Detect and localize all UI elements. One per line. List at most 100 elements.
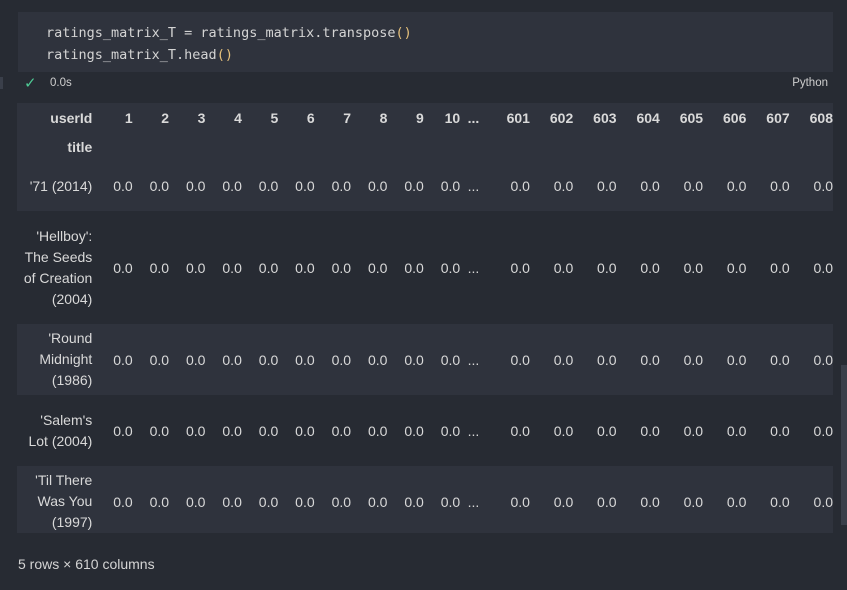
table-cell: 0.0 (640, 178, 660, 194)
code-line-1[interactable]: ratings_matrix_T = ratings_matrix.transp… (46, 25, 412, 41)
table-cell: 0.0 (258, 178, 279, 194)
table-cell: 0.0 (404, 259, 424, 276)
table-cell: 0.0 (726, 493, 747, 510)
column-header: 607 (746, 103, 790, 133)
table-cell: 0.0 (813, 493, 833, 510)
table-cell: 0.0 (149, 493, 170, 510)
column-header: 5 (241, 103, 279, 133)
table-cell: 0.0 (770, 493, 790, 510)
table-body: '71 (2014) 0.0 0.0 0.0 0.0 0.0 0.0 0.0 0.0 0.0 0.0… (17, 161, 833, 533)
table-cell: 0.0 (510, 351, 530, 368)
code-cell[interactable]: ratings_matrix_T = ratings_matrix.transp… (18, 12, 833, 72)
table-cell: 0.0 (510, 493, 530, 510)
column-header-ellipsis: ... (460, 103, 487, 133)
row-title: 'Hellboy': The Seeds of Creation (2004) (23, 227, 93, 307)
row-title: 'Salem's Lot (2004) (28, 411, 93, 449)
column-header: 603 (573, 103, 617, 133)
table-cell: 0.0 (186, 259, 206, 276)
column-header: 3 (169, 103, 206, 133)
ellipsis-cell: ... (467, 422, 480, 439)
dataframe-output: userId 1 2 3 4 5 6 7 8 9 10 ... 601 602 … (17, 103, 833, 533)
column-header: 608 (789, 103, 833, 133)
table-cell: 0.0 (186, 178, 206, 194)
table-cell: 0.0 (113, 178, 133, 194)
table-cell: 0.0 (295, 178, 315, 194)
vertical-scrollbar[interactable] (841, 365, 847, 525)
table-cell: 0.0 (186, 422, 206, 439)
table-cell: 0.0 (640, 351, 660, 368)
cell-status-bar: ✓ 0.0s Python (0, 74, 847, 94)
column-header: 2 (132, 103, 170, 133)
table-cell: 0.0 (331, 259, 352, 276)
table-cell: 0.0 (440, 259, 461, 276)
table-cell: 0.0 (404, 351, 424, 368)
table-cell: 0.0 (553, 493, 574, 510)
table-cell: 0.0 (367, 493, 388, 510)
table-cell: 0.0 (726, 351, 747, 368)
table-cell: 0.0 (404, 422, 424, 439)
table-cell: 0.0 (149, 259, 170, 276)
table-cell: 0.0 (683, 422, 704, 439)
table-row: 'Til There Was You (1997) 0.0 0.0 0.0 0.0 0.0… (17, 466, 833, 533)
table-cell: 0.0 (258, 351, 279, 368)
table-cell: 0.0 (331, 422, 352, 439)
table-cell: 0.0 (258, 493, 279, 510)
code-line-1-parens: () (395, 25, 412, 41)
table-cell: 0.0 (258, 259, 279, 276)
column-header: 9 (387, 103, 424, 133)
table-cell: 0.0 (683, 493, 704, 510)
column-header: 4 (205, 103, 242, 133)
ellipsis-cell: ... (467, 351, 480, 368)
code-line-2[interactable]: ratings_matrix_T.head() (46, 47, 233, 63)
table-cell: 0.0 (331, 493, 352, 510)
table-cell: 0.0 (770, 351, 790, 368)
table-cell: 0.0 (295, 493, 315, 510)
row-title: 'Til There Was You (1997) (35, 472, 93, 530)
column-header: 606 (703, 103, 747, 133)
table-cell: 0.0 (295, 351, 315, 368)
execution-time: 0.0s (50, 77, 72, 89)
table-cell: 0.0 (331, 178, 352, 194)
table-cell: 0.0 (440, 493, 461, 510)
table-cell: 0.0 (770, 259, 790, 276)
table-cell: 0.0 (331, 351, 352, 368)
table-cell: 0.0 (813, 351, 833, 368)
table-cell: 0.0 (683, 351, 704, 368)
code-line-1-text: ratings_matrix_T = ratings_matrix.transp… (46, 25, 396, 41)
table-cell: 0.0 (813, 178, 833, 194)
table-cell: 0.0 (367, 422, 388, 439)
code-line-2-text: ratings_matrix_T.head (46, 47, 217, 63)
table-cell: 0.0 (726, 422, 747, 439)
table-cell: 0.0 (149, 351, 170, 368)
table-cell: 0.0 (597, 259, 617, 276)
table-cell: 0.0 (770, 422, 790, 439)
table-cell: 0.0 (440, 178, 461, 194)
table-cell: 0.0 (149, 178, 170, 194)
table-cell: 0.0 (640, 259, 660, 276)
table-cell: 0.0 (813, 422, 833, 439)
dataframe-shape: 5 rows × 610 columns (18, 556, 155, 572)
table-cell: 0.0 (553, 259, 574, 276)
table-row: 'Round Midnight (1986) 0.0 0.0 0.0 0.0 0.0 0.0… (17, 324, 833, 395)
table-cell: 0.0 (683, 178, 704, 194)
table-cell: 0.0 (186, 493, 206, 510)
table-cell: 0.0 (295, 422, 315, 439)
table-cell: 0.0 (440, 422, 461, 439)
table-cell: 0.0 (510, 178, 530, 194)
table-cell: 0.0 (640, 422, 660, 439)
column-header-row: userId 1 2 3 4 5 6 7 8 9 10 ... 601 602 … (17, 103, 833, 133)
column-header: 605 (659, 103, 704, 133)
column-header: 6 (278, 103, 315, 133)
column-header: 7 (314, 103, 352, 133)
table-cell: 0.0 (597, 178, 617, 194)
table-cell: 0.0 (510, 259, 530, 276)
table-cell: 0.0 (258, 422, 279, 439)
table-cell: 0.0 (113, 422, 133, 439)
table-cell: 0.0 (440, 351, 461, 368)
table-cell: 0.0 (553, 178, 574, 194)
table-cell: 0.0 (222, 351, 242, 368)
index-header: userId (17, 103, 97, 133)
language-label[interactable]: Python (792, 77, 828, 89)
table-cell: 0.0 (113, 493, 133, 510)
table-cell: 0.0 (295, 259, 315, 276)
